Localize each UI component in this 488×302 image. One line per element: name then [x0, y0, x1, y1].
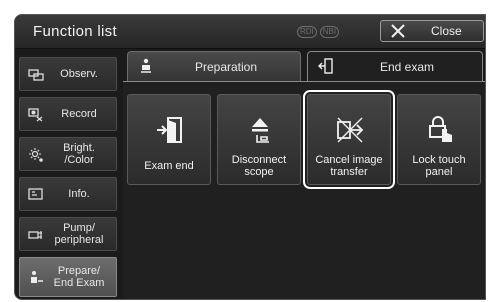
- tab-bar: Preparation End exam: [123, 51, 485, 81]
- sidebar-item-label: Observ.: [60, 68, 98, 80]
- sidebar-item-pump-peripheral[interactable]: Pump/ peripheral: [19, 217, 117, 251]
- cancel-transfer-icon: [337, 117, 364, 143]
- mode-badges: RDI NBI: [297, 26, 340, 38]
- info-icon: [28, 188, 43, 200]
- sidebar-item-label: Record: [61, 108, 97, 120]
- prepare-end-exam-icon: [31, 271, 43, 283]
- tab-end-exam[interactable]: End exam: [307, 51, 483, 81]
- lock-touch-panel-button[interactable]: Lock touch panel: [397, 94, 481, 185]
- disconnect-scope-button[interactable]: Disconnect scope: [217, 94, 301, 185]
- nbi-badge: NBI: [319, 26, 340, 38]
- observation-icon: [28, 69, 44, 81]
- window-title: Function list: [33, 23, 117, 40]
- cancel-image-transfer-button[interactable]: Cancel image transfer: [303, 90, 395, 189]
- exam-end-icon: [157, 117, 182, 143]
- button-label: Cancel image transfer: [315, 154, 383, 178]
- record-icon: [28, 108, 43, 122]
- function-buttons-panel: Exam end Disconnect scope Cancel image t…: [123, 81, 485, 299]
- rdi-badge: RDI: [297, 26, 317, 38]
- lock-touch-icon: [429, 116, 452, 142]
- sidebar-item-bright-color[interactable]: Bright. /Color: [19, 137, 117, 171]
- button-label: Disconnect scope: [231, 154, 287, 178]
- sidebar-item-label: Bright. /Color: [63, 142, 95, 166]
- sidebar-item-info[interactable]: Info.: [19, 177, 117, 211]
- sidebar: Observ. Record Bright. /Color Info. Pump…: [15, 49, 119, 299]
- close-icon: [389, 22, 407, 45]
- close-button[interactable]: Close: [380, 20, 484, 42]
- disconnect-scope-icon: [252, 118, 269, 143]
- pump-icon: [28, 231, 42, 239]
- header-bar: Function list RDI NBI Close: [15, 15, 485, 49]
- function-list-window: Function list RDI NBI Close Observ. Reco…: [14, 14, 486, 300]
- sidebar-item-label: Info.: [68, 188, 90, 200]
- sidebar-item-prepare-end-exam[interactable]: Prepare/ End Exam: [19, 257, 117, 297]
- exam-end-button[interactable]: Exam end: [127, 94, 211, 185]
- brightness-icon: [29, 148, 43, 162]
- sidebar-item-label: Pump/ peripheral: [54, 222, 104, 246]
- sidebar-item-label: Prepare/ End Exam: [53, 265, 105, 289]
- sidebar-item-record[interactable]: Record: [19, 97, 117, 131]
- tab-label: Preparation: [194, 60, 258, 74]
- button-label: Exam end: [144, 160, 194, 172]
- tab-preparation[interactable]: Preparation: [127, 51, 301, 81]
- button-label: Lock touch panel: [412, 154, 466, 178]
- tab-label: End exam: [379, 60, 435, 74]
- close-label: Close: [431, 24, 462, 38]
- sidebar-item-observ[interactable]: Observ.: [19, 57, 117, 91]
